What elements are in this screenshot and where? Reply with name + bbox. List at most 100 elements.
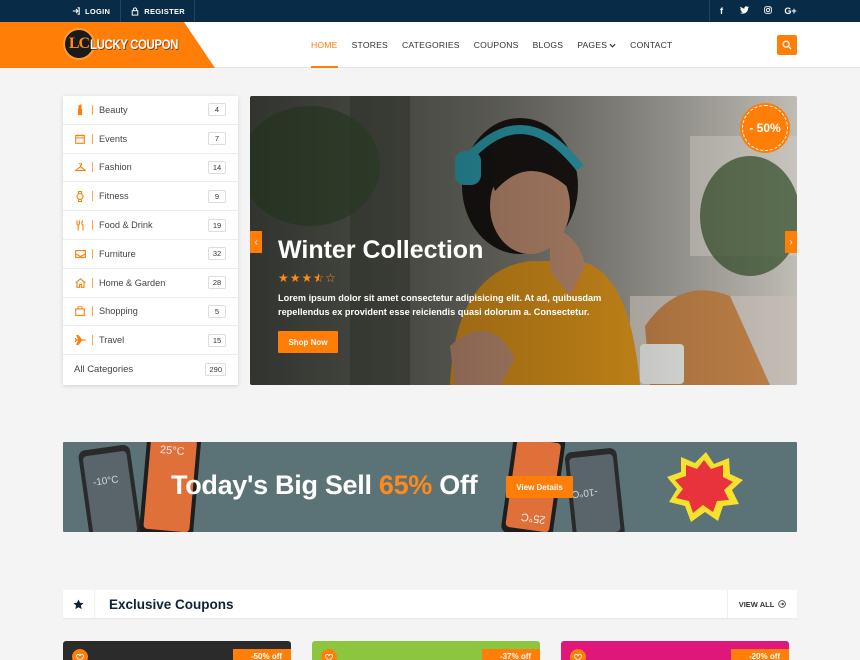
- instagram-icon[interactable]: [756, 6, 779, 16]
- all-categories-label: All Categories: [74, 364, 134, 376]
- star-empty-icon: ☆: [325, 271, 337, 285]
- promo-highlight: 65%: [378, 470, 433, 500]
- slider-next-button[interactable]: ›: [785, 231, 797, 253]
- logo-area[interactable]: LC LUCKY COUPON: [0, 22, 215, 68]
- star-half-icon: ☆★: [313, 271, 326, 285]
- coupon-discount: -50% off: [233, 649, 291, 660]
- sofa-icon: [74, 249, 86, 258]
- all-categories-count: 290: [205, 363, 226, 377]
- view-details-button[interactable]: View Details: [506, 476, 573, 498]
- view-all-label: VIEW ALL: [738, 599, 775, 609]
- category-fitness[interactable]: Fitness 9: [63, 182, 238, 212]
- auth-links: LOGIN REGISTER: [62, 0, 195, 22]
- category-label: Food & Drink: [99, 220, 153, 231]
- arrow-circle-right-icon: [778, 600, 787, 608]
- main-nav: HOME STORES CATEGORIES COUPONS BLOGS PAG…: [311, 22, 686, 68]
- category-beauty[interactable]: Beauty 4: [63, 96, 238, 125]
- category-label: Fashion: [99, 162, 132, 173]
- star-icon: ★: [301, 271, 314, 285]
- home-icon: [74, 277, 86, 288]
- category-count: 9: [208, 189, 226, 203]
- watch-icon: [74, 190, 86, 202]
- airplane-icon: [74, 335, 86, 346]
- section-title: Exclusive Coupons: [109, 597, 234, 612]
- category-count: 5: [208, 304, 226, 318]
- chevron-down-icon: [609, 43, 616, 48]
- shop-now-button[interactable]: Shop Now: [278, 331, 338, 353]
- category-label: Furniture: [99, 248, 136, 259]
- discount-badge: - 50%: [740, 103, 790, 153]
- nav-pages[interactable]: PAGES: [577, 22, 616, 68]
- coupon-card[interactable]: -37% off: [312, 641, 540, 660]
- coupon-card[interactable]: -50% off: [63, 641, 291, 660]
- category-count: 14: [208, 160, 226, 174]
- star-icon: ★: [278, 271, 290, 285]
- login-icon: [72, 7, 80, 15]
- nav-categories[interactable]: CATEGORIES: [402, 22, 460, 68]
- login-link[interactable]: LOGIN: [62, 0, 120, 22]
- nav-pages-label: PAGES: [577, 40, 608, 50]
- category-events[interactable]: Events 7: [63, 125, 238, 154]
- category-label: Home & Garden: [99, 277, 166, 288]
- nav-contact[interactable]: CONTACT: [630, 22, 672, 68]
- hero-slider: Winter Collection ★★★☆★☆ Lorem ipsum dol…: [250, 96, 797, 385]
- calendar-icon: [74, 134, 86, 144]
- hero-rating: ★★★☆★☆: [278, 271, 337, 285]
- category-food-drink[interactable]: Food & Drink 19: [63, 211, 238, 240]
- coupon-discount: -37% off: [482, 649, 540, 660]
- main-header: LC LUCKY COUPON HOME STORES CATEGORIES C…: [0, 22, 860, 68]
- category-label: Shopping: [99, 306, 138, 317]
- category-all[interactable]: All Categories 290: [63, 355, 238, 384]
- star-icon: ★: [289, 271, 302, 285]
- chevron-right-icon: ›: [789, 236, 793, 248]
- social-links: f G+: [709, 0, 802, 22]
- search-button[interactable]: [777, 35, 797, 55]
- register-label: REGISTER: [144, 6, 185, 16]
- favorite-button[interactable]: [321, 649, 337, 660]
- twitter-icon[interactable]: [733, 6, 756, 16]
- logo-text: LUCKY COUPON: [90, 36, 178, 52]
- category-count: 7: [208, 132, 226, 146]
- nav-blogs[interactable]: BLOGS: [533, 22, 564, 68]
- category-label: Events: [99, 133, 128, 144]
- lipstick-icon: [74, 104, 86, 116]
- register-link[interactable]: REGISTER: [120, 0, 195, 22]
- favorite-button[interactable]: [570, 649, 586, 660]
- category-count: 28: [208, 276, 226, 290]
- slider-prev-button[interactable]: ‹: [250, 231, 262, 253]
- category-count: 15: [208, 333, 226, 347]
- promo-title: Today's Big Sell 65% Off: [171, 470, 478, 500]
- phone-temp-label: 25°C: [159, 443, 186, 459]
- top-bar: LOGIN REGISTER f G+: [0, 0, 860, 22]
- exclusive-coupons-header: Exclusive Coupons VIEW ALL: [63, 590, 797, 618]
- category-count: 19: [208, 218, 226, 232]
- coupon-discount: -20% off: [731, 649, 789, 660]
- nav-home[interactable]: HOME: [311, 22, 338, 68]
- lock-icon: [131, 6, 139, 16]
- star-icon: [63, 590, 95, 618]
- category-label: Travel: [99, 335, 125, 346]
- category-furniture[interactable]: Furniture 32: [63, 240, 238, 269]
- coupon-card[interactable]: -20% off: [561, 641, 789, 660]
- category-sidebar: Beauty 4 Events 7 Fashion 14 Fitness 9 F…: [63, 96, 238, 385]
- category-count: 32: [208, 247, 226, 261]
- nav-stores[interactable]: STORES: [352, 22, 388, 68]
- facebook-icon[interactable]: f: [710, 6, 733, 16]
- hero-title: Winter Collection: [278, 236, 484, 264]
- hanger-icon: [74, 162, 86, 172]
- shopping-bag-icon: [74, 306, 86, 317]
- category-travel[interactable]: Travel 15: [63, 326, 238, 356]
- heart-icon: [76, 653, 84, 660]
- google-plus-icon[interactable]: G+: [779, 6, 802, 16]
- promo-banner: 25°C -10°C -10°C 25°C Today's Big Sell 6…: [63, 442, 797, 532]
- favorite-button[interactable]: [72, 649, 88, 660]
- view-all-link[interactable]: VIEW ALL: [727, 590, 797, 618]
- category-home-garden[interactable]: Home & Garden 28: [63, 269, 238, 298]
- nav-coupons[interactable]: COUPONS: [474, 22, 519, 68]
- category-shopping[interactable]: Shopping 5: [63, 298, 238, 327]
- category-count: 4: [208, 103, 226, 117]
- category-label: Beauty: [99, 104, 128, 115]
- hero-description: Lorem ipsum dolor sit amet consectetur a…: [278, 293, 602, 317]
- category-fashion[interactable]: Fashion 14: [63, 154, 238, 183]
- category-label: Fitness: [99, 191, 129, 202]
